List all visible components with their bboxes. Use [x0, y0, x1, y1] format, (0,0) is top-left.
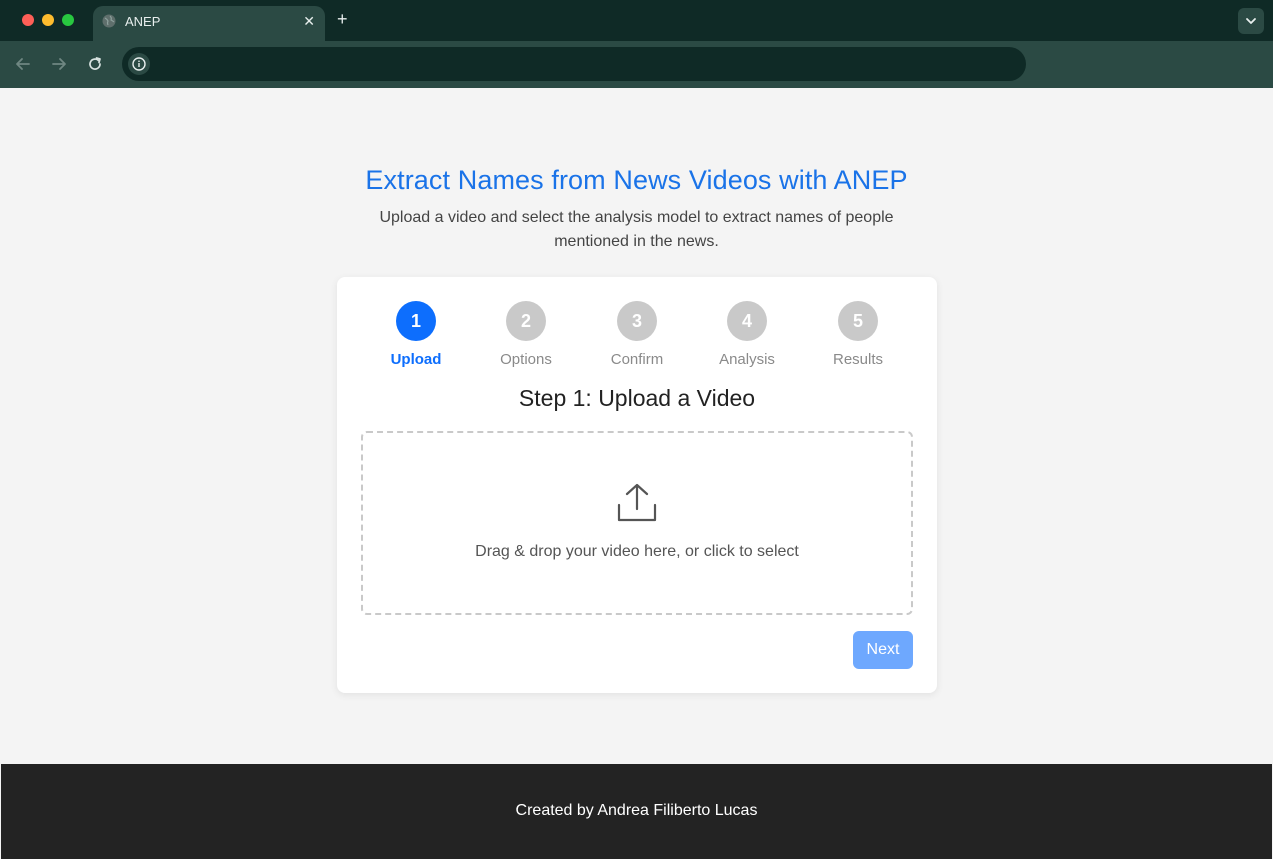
upload-icon: [617, 483, 657, 522]
browser-window: ANEP ✕ + Extract Names from News Videos …: [0, 0, 1273, 859]
step-upload[interactable]: 1 Upload: [361, 301, 471, 368]
step-label: Upload: [390, 351, 442, 368]
address-bar[interactable]: [122, 47, 1026, 81]
site-info-icon[interactable]: [128, 53, 150, 75]
step-number: 5: [838, 301, 878, 341]
browser-tab[interactable]: ANEP ✕: [93, 6, 325, 41]
step-options[interactable]: 2 Options: [471, 301, 581, 368]
globe-icon: [102, 14, 116, 28]
reload-icon[interactable]: [85, 54, 105, 74]
back-arrow-icon[interactable]: [13, 54, 33, 74]
page-footer: Created by Andrea Filiberto Lucas: [1, 764, 1272, 859]
step-label: Results: [832, 351, 884, 368]
step-label: Options: [500, 351, 552, 368]
step-number: 3: [617, 301, 657, 341]
step-number: 1: [396, 301, 436, 341]
step-confirm[interactable]: 3 Confirm: [582, 301, 692, 368]
step-results[interactable]: 5 Results: [803, 301, 913, 368]
step-label: Analysis: [719, 351, 775, 368]
minimize-window-button[interactable]: [42, 14, 54, 26]
tab-title: ANEP: [125, 14, 161, 29]
dropzone-text: Drag & drop your video here, or click to…: [475, 543, 799, 560]
next-button[interactable]: Next: [853, 631, 913, 669]
page-subtitle: Upload a video and select the analysis m…: [379, 209, 894, 250]
step-heading: Step 1: Upload a Video: [518, 385, 756, 411]
forward-arrow-icon[interactable]: [49, 54, 69, 74]
page-title: Extract Names from News Videos with ANEP: [365, 165, 908, 195]
close-window-button[interactable]: [22, 14, 34, 26]
chevron-down-icon: [1246, 18, 1256, 24]
tab-search-button[interactable]: [1238, 8, 1264, 34]
maximize-window-button[interactable]: [62, 14, 74, 26]
step-analysis[interactable]: 4 Analysis: [692, 301, 802, 368]
video-dropzone[interactable]: Drag & drop your video here, or click to…: [361, 431, 913, 615]
tab-bar: ANEP ✕ +: [0, 0, 1273, 41]
new-tab-button[interactable]: +: [337, 9, 348, 30]
page-content: Extract Names from News Videos with ANEP…: [1, 88, 1272, 764]
wizard-card: 1 Upload 2 Options 3 Confirm 4 Analysis …: [337, 277, 937, 693]
close-tab-icon[interactable]: ✕: [303, 13, 315, 30]
footer-credit: Created by Andrea Filiberto Lucas: [515, 802, 758, 819]
browser-toolbar: [0, 41, 1273, 88]
step-number: 4: [727, 301, 767, 341]
step-label: Confirm: [610, 351, 664, 368]
step-number: 2: [506, 301, 546, 341]
